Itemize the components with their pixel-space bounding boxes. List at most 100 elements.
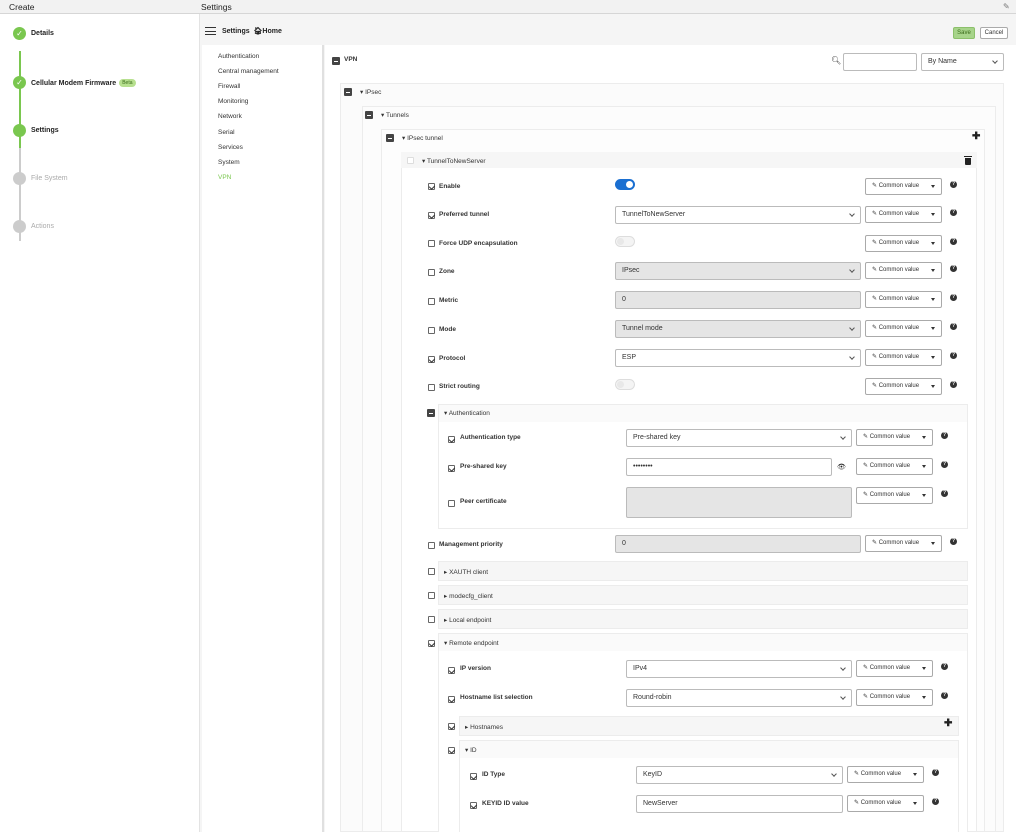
strict-routing-common-value-dropdown[interactable]: ✎ Common value bbox=[865, 378, 942, 395]
preferred-tunnel-checkbox[interactable] bbox=[428, 212, 435, 219]
search-input[interactable] bbox=[843, 53, 917, 71]
hamburger-menu-icon[interactable] bbox=[205, 27, 216, 35]
mode-checkbox[interactable] bbox=[428, 327, 435, 334]
peer-cert-textarea[interactable] bbox=[626, 487, 852, 518]
help-icon[interactable]: ? bbox=[941, 490, 948, 497]
peer-cert-common-value-dropdown[interactable]: ✎ Common value bbox=[856, 487, 933, 504]
help-icon[interactable]: ? bbox=[932, 798, 939, 805]
hostname-sel-select[interactable]: Round-robin bbox=[626, 689, 852, 707]
remote-endpoint-title[interactable]: ▾ Remote endpoint bbox=[444, 639, 499, 647]
mode-select[interactable]: Tunnel mode bbox=[615, 320, 861, 338]
auth-type-checkbox[interactable] bbox=[448, 436, 455, 443]
nav-item-vpn[interactable]: VPN bbox=[218, 174, 231, 181]
protocol-common-value-dropdown[interactable]: ✎ Common value bbox=[865, 349, 942, 366]
help-icon[interactable]: ? bbox=[950, 352, 957, 359]
modecfg-section[interactable]: ▸ modecfg_client bbox=[438, 585, 968, 605]
collapse-authentication-icon[interactable] bbox=[427, 409, 435, 417]
collapse-ipsec-tunnel-icon[interactable] bbox=[386, 134, 394, 142]
force-udp-common-value-dropdown[interactable]: ✎ Common value bbox=[865, 235, 942, 252]
tunnel-entry-checkbox[interactable] bbox=[407, 157, 414, 164]
hostnames-checkbox[interactable] bbox=[448, 723, 455, 730]
wizard-step-file-system[interactable]: File System bbox=[13, 172, 193, 186]
modecfg-checkbox[interactable] bbox=[428, 592, 435, 599]
help-icon[interactable]: ? bbox=[941, 461, 948, 468]
help-icon[interactable]: ? bbox=[941, 692, 948, 699]
ipsec-tunnel-title[interactable]: ▾ IPsec tunnel bbox=[402, 134, 443, 142]
auth-type-select[interactable]: Pre-shared key bbox=[626, 429, 852, 447]
save-button[interactable]: Save bbox=[953, 27, 975, 39]
ip-version-checkbox[interactable] bbox=[448, 667, 455, 674]
mgmt-priority-common-value-dropdown[interactable]: ✎ Common value bbox=[865, 535, 942, 552]
id-type-select[interactable]: KeyID bbox=[636, 766, 843, 784]
collapse-vpn-icon[interactable] bbox=[332, 57, 340, 65]
help-icon[interactable]: ? bbox=[950, 381, 957, 388]
collapse-tunnels-icon[interactable] bbox=[365, 111, 373, 119]
nav-item-services[interactable]: Services bbox=[218, 144, 243, 151]
tunnel-entry-title[interactable]: ▾ TunnelToNewServer bbox=[422, 157, 486, 165]
strict-routing-toggle[interactable] bbox=[615, 379, 635, 390]
ip-version-select[interactable]: IPv4 bbox=[626, 660, 852, 678]
help-icon[interactable]: ? bbox=[950, 181, 957, 188]
collapse-ipsec-icon[interactable] bbox=[344, 88, 352, 96]
auth-type-common-value-dropdown[interactable]: ✎ Common value bbox=[856, 429, 933, 446]
xauth-section[interactable]: ▸ XAUTH client bbox=[438, 561, 968, 581]
psk-checkbox[interactable] bbox=[448, 465, 455, 472]
hostnames-section[interactable]: ▸ Hostnames bbox=[459, 716, 959, 736]
help-icon[interactable]: ? bbox=[950, 238, 957, 245]
wizard-step-settings[interactable]: Settings bbox=[13, 124, 193, 138]
local-endpoint-section[interactable]: ▸ Local endpoint bbox=[438, 609, 968, 629]
protocol-select[interactable]: ESP bbox=[615, 349, 861, 367]
nav-item-central-management[interactable]: Central management bbox=[218, 68, 279, 75]
nav-item-network[interactable]: Network bbox=[218, 113, 242, 120]
peer-cert-checkbox[interactable] bbox=[448, 500, 455, 507]
help-icon[interactable]: ? bbox=[950, 294, 957, 301]
nav-item-monitoring[interactable]: Monitoring bbox=[218, 98, 248, 105]
edit-pencil-icon[interactable]: ✎ bbox=[1003, 2, 1010, 11]
breadcrumb-home[interactable]: Home bbox=[262, 28, 281, 35]
metric-common-value-dropdown[interactable]: ✎ Common value bbox=[865, 291, 942, 308]
nav-item-authentication[interactable]: Authentication bbox=[218, 53, 259, 60]
psk-common-value-dropdown[interactable]: ✎ Common value bbox=[856, 458, 933, 475]
add-tunnel-plus-icon[interactable]: ✚ bbox=[972, 131, 980, 142]
authentication-title[interactable]: ▾ Authentication bbox=[444, 409, 490, 417]
force-udp-toggle[interactable] bbox=[615, 236, 635, 247]
breadcrumb-settings[interactable]: Settings bbox=[222, 28, 250, 35]
help-icon[interactable]: ? bbox=[932, 769, 939, 776]
preferred-tunnel-common-value-dropdown[interactable]: ✎ Common value bbox=[865, 206, 942, 223]
keyid-common-value-dropdown[interactable]: ✎ Common value bbox=[847, 795, 924, 812]
metric-checkbox[interactable] bbox=[428, 298, 435, 305]
hostname-sel-common-value-dropdown[interactable]: ✎ Common value bbox=[856, 689, 933, 706]
enable-common-value-dropdown[interactable]: ✎ Common value bbox=[865, 178, 942, 195]
wizard-step-details[interactable]: ✓ Details bbox=[13, 27, 193, 41]
help-icon[interactable]: ? bbox=[950, 265, 957, 272]
id-type-checkbox[interactable] bbox=[470, 773, 477, 780]
id-title[interactable]: ▾ ID bbox=[465, 746, 477, 754]
protocol-checkbox[interactable] bbox=[428, 356, 435, 363]
mgmt-priority-input[interactable]: 0 bbox=[615, 535, 861, 553]
zone-checkbox[interactable] bbox=[428, 269, 435, 276]
help-icon[interactable]: ? bbox=[950, 323, 957, 330]
hostname-sel-checkbox[interactable] bbox=[448, 696, 455, 703]
sort-select[interactable]: By Name bbox=[921, 53, 1004, 71]
keyid-checkbox[interactable] bbox=[470, 802, 477, 809]
cancel-button[interactable]: Cancel bbox=[980, 27, 1008, 39]
remote-endpoint-checkbox[interactable] bbox=[428, 640, 435, 647]
keyid-input[interactable]: NewServer bbox=[636, 795, 843, 813]
id-type-common-value-dropdown[interactable]: ✎ Common value bbox=[847, 766, 924, 783]
ip-version-common-value-dropdown[interactable]: ✎ Common value bbox=[856, 660, 933, 677]
mode-common-value-dropdown[interactable]: ✎ Common value bbox=[865, 320, 942, 337]
zone-select[interactable]: IPsec bbox=[615, 262, 861, 280]
metric-input[interactable]: 0 bbox=[615, 291, 861, 309]
xauth-checkbox[interactable] bbox=[428, 568, 435, 575]
mgmt-priority-checkbox[interactable] bbox=[428, 542, 435, 549]
show-password-eye-icon[interactable]: 👁︎ bbox=[837, 463, 846, 471]
help-icon[interactable]: ? bbox=[950, 209, 957, 216]
nav-item-system[interactable]: System bbox=[218, 159, 240, 166]
preferred-tunnel-select[interactable]: TunnelToNewServer bbox=[615, 206, 861, 224]
help-icon[interactable]: ? bbox=[941, 663, 948, 670]
id-checkbox[interactable] bbox=[448, 747, 455, 754]
zone-common-value-dropdown[interactable]: ✎ Common value bbox=[865, 262, 942, 279]
enable-toggle[interactable] bbox=[615, 179, 635, 190]
ipsec-title[interactable]: ▾ IPsec bbox=[360, 88, 381, 96]
psk-input[interactable]: •••••••• bbox=[626, 458, 832, 476]
